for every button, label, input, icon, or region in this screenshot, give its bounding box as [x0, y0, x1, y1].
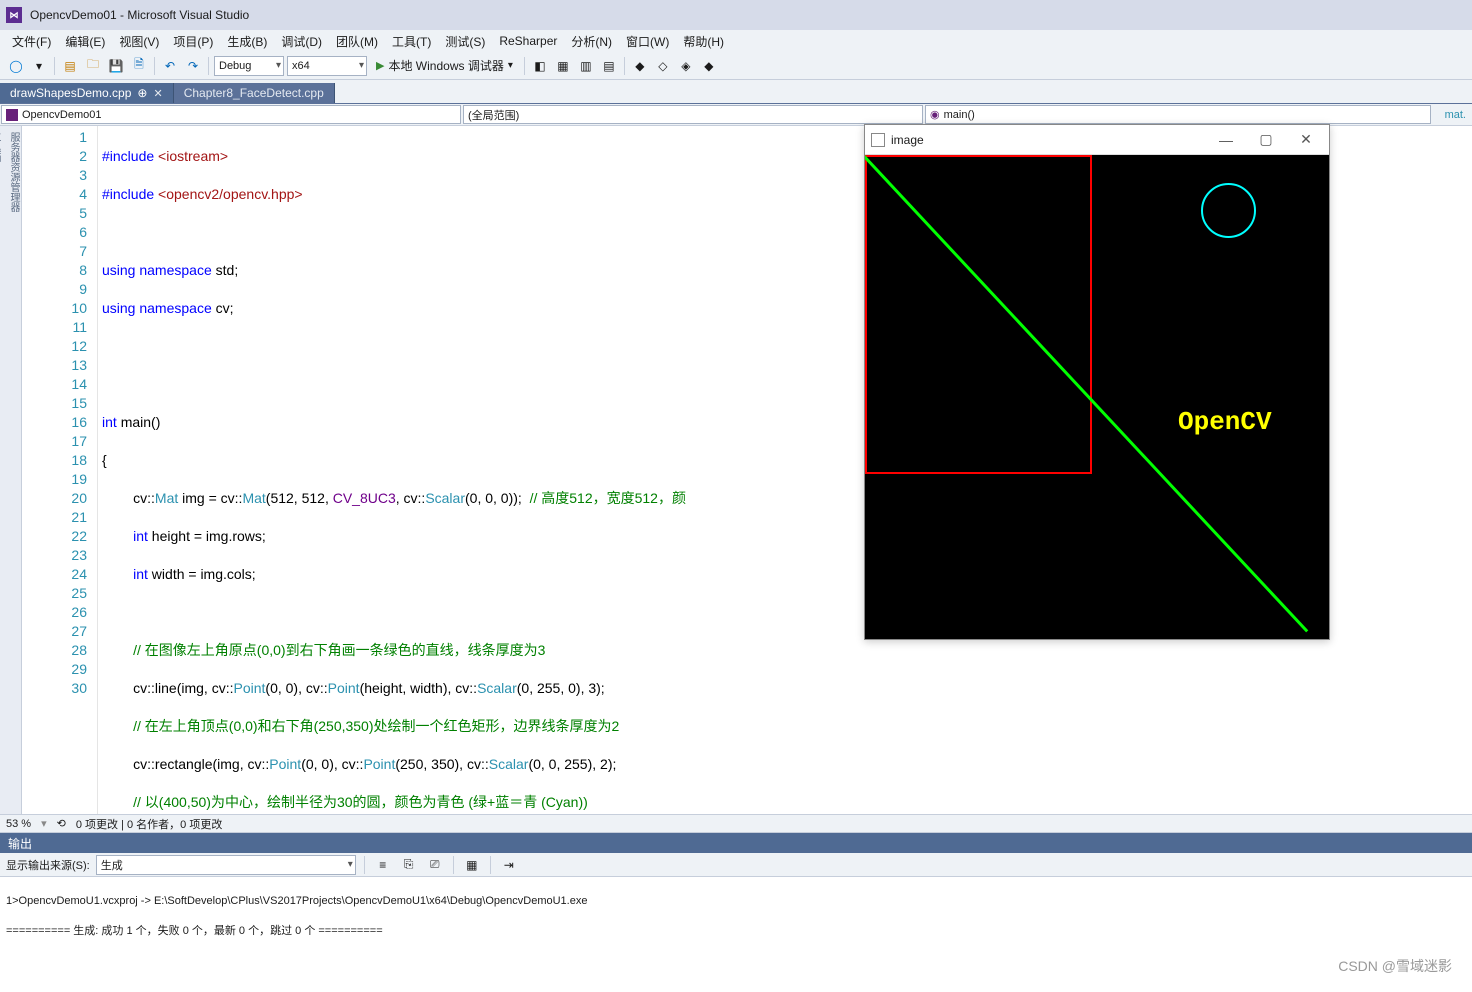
- red-rectangle: [865, 155, 1092, 474]
- editor-status-bar: 53 % ▾ ⟲ 0 项更改 | 0 名作者，0 项更改: [0, 814, 1472, 832]
- separator: [54, 57, 55, 75]
- menu-analyze[interactable]: 分析(N): [565, 31, 618, 52]
- cyan-circle: [1201, 183, 1256, 238]
- nav-type: mat.: [1432, 104, 1472, 125]
- menu-window[interactable]: 窗口(W): [620, 31, 675, 52]
- maximize-button[interactable]: ▢: [1249, 128, 1283, 152]
- save-all-icon[interactable]: 🗎: [129, 56, 149, 76]
- output-tool-icon[interactable]: ⎘: [399, 855, 419, 875]
- output-tool-icon[interactable]: ⇥: [499, 855, 519, 875]
- start-label: 本地 Windows 调试器: [388, 57, 503, 74]
- menu-test[interactable]: 测试(S): [439, 31, 491, 52]
- pin-icon[interactable]: ⊕: [137, 86, 147, 100]
- menu-view[interactable]: 视图(V): [113, 31, 165, 52]
- changes-info: 0 项更改 | 0 名作者，0 项更改: [76, 816, 223, 832]
- open-file-icon[interactable]: 🗀: [83, 56, 103, 76]
- close-button[interactable]: ✕: [1289, 128, 1323, 152]
- menu-debug[interactable]: 调试(D): [275, 31, 328, 52]
- separator: [524, 57, 525, 75]
- navigation-bar: OpencvDemo01 (全局范围) ◉ main() mat.: [0, 104, 1472, 126]
- zoom-level[interactable]: 53 %: [6, 818, 31, 830]
- tool-icon[interactable]: ▤: [599, 56, 619, 76]
- bookmark-icon[interactable]: ◇: [653, 56, 673, 76]
- bookmark-icon[interactable]: ◆: [699, 56, 719, 76]
- output-text[interactable]: 1>OpencvDemoU1.vcxproj -> E:\SoftDevelop…: [0, 877, 1472, 992]
- csdn-watermark: CSDN @雪域迷影: [1338, 956, 1452, 976]
- menu-build[interactable]: 生成(B): [221, 31, 273, 52]
- new-project-icon[interactable]: ▤: [60, 56, 80, 76]
- bookmark-icon[interactable]: ◆: [630, 56, 650, 76]
- output-tool-icon[interactable]: ▦: [462, 855, 482, 875]
- separator: [624, 57, 625, 75]
- tab-drawshapes[interactable]: drawShapesDemo.cpp ⊕ ✕: [0, 83, 174, 103]
- side-tabs: 服务器资源管理器 工具箱: [0, 126, 22, 814]
- vs-logo-icon: ⋈: [6, 7, 22, 23]
- output-source-combo[interactable]: 生成: [96, 855, 356, 875]
- menu-edit[interactable]: 编辑(E): [59, 31, 111, 52]
- menu-project[interactable]: 项目(P): [167, 31, 219, 52]
- nav-member[interactable]: ◉ main(): [925, 105, 1431, 124]
- nav-back-icon[interactable]: ◯: [6, 56, 26, 76]
- yellow-text: OpenCV: [1178, 407, 1272, 437]
- output-header[interactable]: 输出: [0, 833, 1472, 853]
- output-source-label: 显示输出来源(S):: [6, 857, 90, 873]
- start-debug-button[interactable]: ▶本地 Windows 调试器 ▾: [370, 56, 519, 76]
- menu-team[interactable]: 团队(M): [330, 31, 384, 52]
- tool-icon[interactable]: ▥: [576, 56, 596, 76]
- tab-label: Chapter8_FaceDetect.cpp: [184, 86, 324, 100]
- menu-tools[interactable]: 工具(T): [386, 31, 437, 52]
- nav-project[interactable]: OpencvDemo01: [1, 105, 461, 124]
- undo-icon[interactable]: ↶: [160, 56, 180, 76]
- title-bar: ⋈ OpencvDemo01 - Microsoft Visual Studio: [0, 0, 1472, 30]
- project-icon: [6, 109, 18, 121]
- nav-label: OpencvDemo01: [22, 109, 102, 121]
- opencv-image-window[interactable]: image — ▢ ✕ OpenCV: [864, 124, 1330, 640]
- tool-icon[interactable]: ▦: [553, 56, 573, 76]
- redo-icon[interactable]: ↷: [183, 56, 203, 76]
- output-panel: 输出 显示输出来源(S): 生成 ≡ ⎘ ⎚ ▦ ⇥ 1>OpencvDemoU…: [0, 832, 1472, 992]
- document-tabs: drawShapesDemo.cpp ⊕ ✕ Chapter8_FaceDetect…: [0, 80, 1472, 104]
- menu-bar: 文件(F) 编辑(E) 视图(V) 项目(P) 生成(B) 调试(D) 团队(M…: [0, 30, 1472, 52]
- side-tab-server[interactable]: 服务器资源管理器: [6, 130, 21, 814]
- play-icon: ▶: [376, 59, 384, 72]
- image-window-titlebar[interactable]: image — ▢ ✕: [865, 125, 1329, 155]
- menu-help[interactable]: 帮助(H): [677, 31, 730, 52]
- minimize-button[interactable]: —: [1209, 128, 1243, 152]
- separator: [154, 57, 155, 75]
- menu-file[interactable]: 文件(F): [6, 31, 57, 52]
- window-title: OpencvDemo01 - Microsoft Visual Studio: [30, 8, 249, 22]
- window-icon: [871, 133, 885, 147]
- tab-facedetect[interactable]: Chapter8_FaceDetect.cpp: [174, 83, 335, 103]
- tab-label: drawShapesDemo.cpp: [10, 86, 131, 100]
- image-window-title: image: [891, 133, 924, 147]
- menu-resharper[interactable]: ReSharper: [493, 32, 563, 50]
- nav-fwd-icon[interactable]: ▾: [29, 56, 49, 76]
- output-toolbar: 显示输出来源(S): 生成 ≡ ⎘ ⎚ ▦ ⇥: [0, 853, 1472, 877]
- output-tool-icon[interactable]: ⎚: [425, 855, 445, 875]
- nav-label: main(): [944, 109, 975, 121]
- tool-icon[interactable]: ◧: [530, 56, 550, 76]
- toolbar: ◯ ▾ ▤ 🗀 💾 🗎 ↶ ↷ Debug x64 ▶ 本地 Windows 调试…: [0, 52, 1472, 80]
- nav-scope[interactable]: (全局范围): [463, 105, 923, 124]
- line-gutter: 1234567891011121314151617181920212223242…: [22, 126, 98, 814]
- output-tool-icon[interactable]: ≡: [373, 855, 393, 875]
- platform-combo[interactable]: x64: [287, 56, 367, 76]
- close-icon[interactable]: ✕: [153, 87, 162, 100]
- save-icon[interactable]: 💾: [106, 56, 126, 76]
- member-icon: ◉: [930, 108, 940, 121]
- separator: [208, 57, 209, 75]
- bookmark-icon[interactable]: ◈: [676, 56, 696, 76]
- image-canvas: OpenCV: [865, 155, 1329, 639]
- config-combo[interactable]: Debug: [214, 56, 284, 76]
- side-tab-toolbox[interactable]: 工具箱: [0, 130, 2, 814]
